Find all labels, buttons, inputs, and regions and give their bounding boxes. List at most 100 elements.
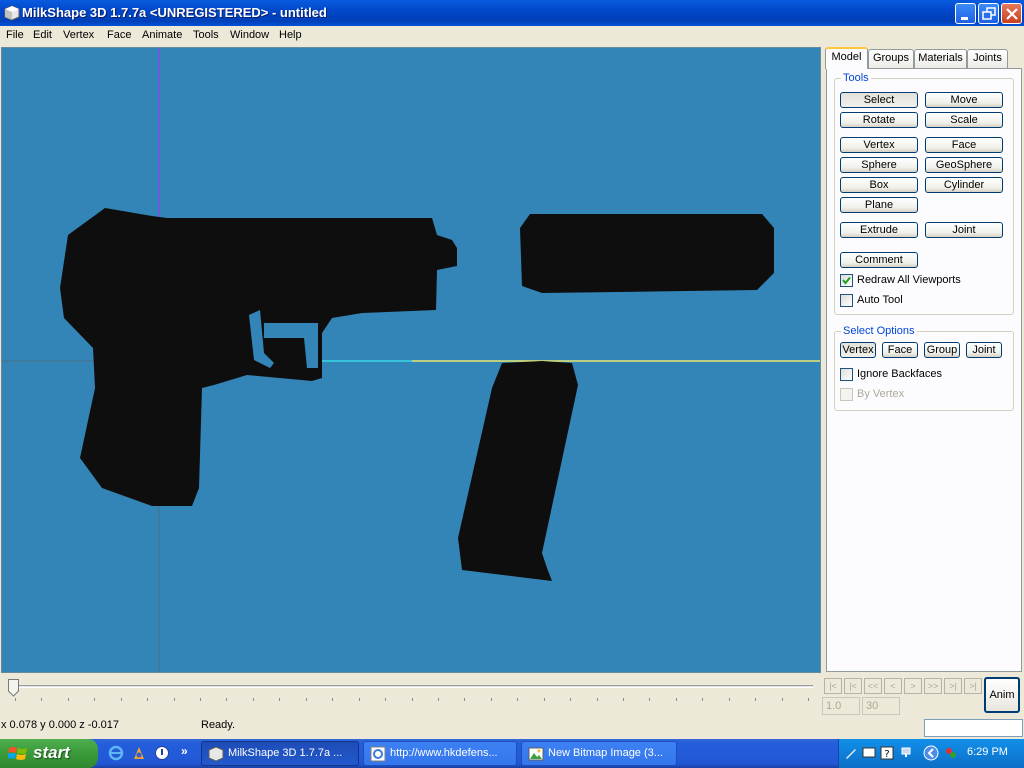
- timeline-slider-thumb[interactable]: [8, 679, 19, 697]
- rotate-tool-button[interactable]: Rotate: [840, 112, 918, 128]
- window-title: MilkShape 3D 1.7.7a <UNREGISTERED> - unt…: [22, 5, 327, 20]
- minimize-icon: [961, 17, 968, 20]
- extrude-tool-button[interactable]: Extrude: [840, 222, 918, 238]
- title-bar[interactable]: MilkShape 3D 1.7.7a <UNREGISTERED> - unt…: [0, 0, 1024, 26]
- menu-bar: File Edit Vertex Face Animate Tools Wind…: [0, 26, 1024, 46]
- ignore-backfaces-checkbox[interactable]: [840, 368, 853, 381]
- vertex-tool-button[interactable]: Vertex: [840, 137, 918, 153]
- milkshape-app-icon: [4, 5, 20, 21]
- select-group-button[interactable]: Group: [924, 342, 960, 358]
- timeline-track[interactable]: [10, 685, 813, 688]
- select-joint-button[interactable]: Joint: [966, 342, 1002, 358]
- fast-forward-button[interactable]: >>: [924, 678, 942, 694]
- pen-tool-icon[interactable]: [843, 745, 859, 761]
- rewind-button[interactable]: <<: [864, 678, 882, 694]
- status-panel: [924, 719, 1023, 737]
- comment-tool-button[interactable]: Comment: [840, 252, 918, 268]
- tools-group-label: Tools: [841, 72, 871, 84]
- scale-tool-button[interactable]: Scale: [925, 112, 1003, 128]
- restore-button[interactable]: [978, 3, 999, 24]
- start-label: start: [33, 743, 70, 762]
- model-tab-page: Tools Select Move Rotate Scale Vertex Fa…: [826, 68, 1022, 672]
- close-button[interactable]: [1001, 3, 1022, 24]
- last-frame-button[interactable]: >|: [964, 678, 982, 694]
- first-frame-button[interactable]: |<: [824, 678, 842, 694]
- task-label: MilkShape 3D 1.7.7a ...: [228, 747, 343, 759]
- anim-button[interactable]: Anim: [984, 677, 1020, 713]
- magazine-model: [458, 361, 578, 581]
- auto-tool-checkbox[interactable]: [840, 294, 853, 307]
- box-tool-button[interactable]: Box: [840, 177, 918, 193]
- pistol-model: [60, 208, 457, 506]
- tray-back-icon[interactable]: [923, 745, 939, 761]
- start-button[interactable]: start: [0, 739, 98, 768]
- minimize-button[interactable]: [955, 3, 976, 24]
- ignore-backfaces-label: Ignore Backfaces: [857, 368, 942, 380]
- network-icon[interactable]: [899, 745, 915, 761]
- tab-materials[interactable]: Materials: [914, 49, 967, 68]
- quick-launch-chevron-icon[interactable]: »: [181, 744, 188, 758]
- messenger-icon[interactable]: [154, 745, 170, 761]
- prev-frame-button[interactable]: <: [884, 678, 902, 694]
- windows-logo-icon: [8, 747, 27, 760]
- status-message: Ready.: [201, 719, 236, 731]
- task-milkshape[interactable]: MilkShape 3D 1.7.7a ...: [201, 741, 359, 766]
- milkshape-task-icon: [208, 746, 224, 762]
- svg-text:?: ?: [884, 749, 889, 760]
- paint-task-icon: [528, 747, 544, 761]
- menu-face[interactable]: Face: [107, 29, 131, 41]
- task-label: New Bitmap Image (3...: [548, 747, 663, 759]
- security-icon[interactable]: [943, 745, 959, 761]
- checkmark-icon: [842, 276, 851, 285]
- task-browser[interactable]: http://www.hkdefens...: [363, 741, 517, 766]
- display-icon[interactable]: [861, 745, 877, 761]
- prev-key-button[interactable]: |<: [844, 678, 862, 694]
- by-vertex-checkbox: [840, 388, 853, 401]
- select-tool-button[interactable]: Select: [840, 92, 918, 108]
- select-vertex-button[interactable]: Vertex: [840, 342, 876, 358]
- menu-vertex[interactable]: Vertex: [63, 29, 94, 41]
- tab-model[interactable]: Model: [825, 47, 868, 69]
- current-frame-field[interactable]: 1.0: [822, 697, 860, 715]
- close-icon: [1006, 8, 1018, 20]
- menu-edit[interactable]: Edit: [33, 29, 52, 41]
- tab-joints[interactable]: Joints: [967, 49, 1008, 68]
- clock: 6:29 PM: [967, 746, 1008, 758]
- move-tool-button[interactable]: Move: [925, 92, 1003, 108]
- menu-window[interactable]: Window: [230, 29, 269, 41]
- by-vertex-label: By Vertex: [857, 388, 905, 400]
- joint-tool-button[interactable]: Joint: [925, 222, 1003, 238]
- face-tool-button[interactable]: Face: [925, 137, 1003, 153]
- auto-tool-label: Auto Tool: [857, 294, 903, 306]
- menu-file[interactable]: File: [6, 29, 24, 41]
- sphere-tool-button[interactable]: Sphere: [840, 157, 918, 173]
- task-label: http://www.hkdefens...: [390, 747, 498, 759]
- status-bar: x 0.078 y 0.000 z -0.017 Ready.: [0, 717, 1024, 739]
- suppressor-model: [520, 214, 774, 293]
- menu-animate[interactable]: Animate: [142, 29, 182, 41]
- help-icon[interactable]: ?: [879, 745, 895, 761]
- animation-timeline: |< |< << < > >> >| >| 1.0 30 Anim: [0, 675, 1024, 717]
- internet-explorer-icon[interactable]: [108, 745, 124, 761]
- task-paint[interactable]: New Bitmap Image (3...: [521, 741, 677, 766]
- coordinates-readout: x 0.078 y 0.000 z -0.017: [1, 719, 120, 731]
- plane-tool-button[interactable]: Plane: [840, 197, 918, 213]
- redraw-all-viewports-label: Redraw All Viewports: [857, 274, 961, 286]
- menu-tools[interactable]: Tools: [193, 29, 219, 41]
- redraw-all-viewports-checkbox[interactable]: [840, 274, 853, 287]
- menu-help[interactable]: Help: [279, 29, 302, 41]
- 3d-viewport[interactable]: [1, 47, 821, 673]
- next-key-button[interactable]: >|: [944, 678, 962, 694]
- next-frame-button[interactable]: >: [904, 678, 922, 694]
- total-frames-field[interactable]: 30: [862, 697, 900, 715]
- select-face-button[interactable]: Face: [882, 342, 918, 358]
- cylinder-tool-button[interactable]: Cylinder: [925, 177, 1003, 193]
- geosphere-tool-button[interactable]: GeoSphere: [925, 157, 1003, 173]
- media-player-icon[interactable]: [131, 745, 147, 761]
- windows-taskbar: start » MilkShape 3D 1.7.7a ... http://w…: [0, 739, 1024, 768]
- browser-task-icon: [370, 746, 386, 762]
- viewport-scene: [2, 48, 820, 672]
- restore-icon: [982, 7, 996, 20]
- system-tray: ? 6:29 PM: [838, 739, 1024, 768]
- tab-groups[interactable]: Groups: [868, 49, 914, 68]
